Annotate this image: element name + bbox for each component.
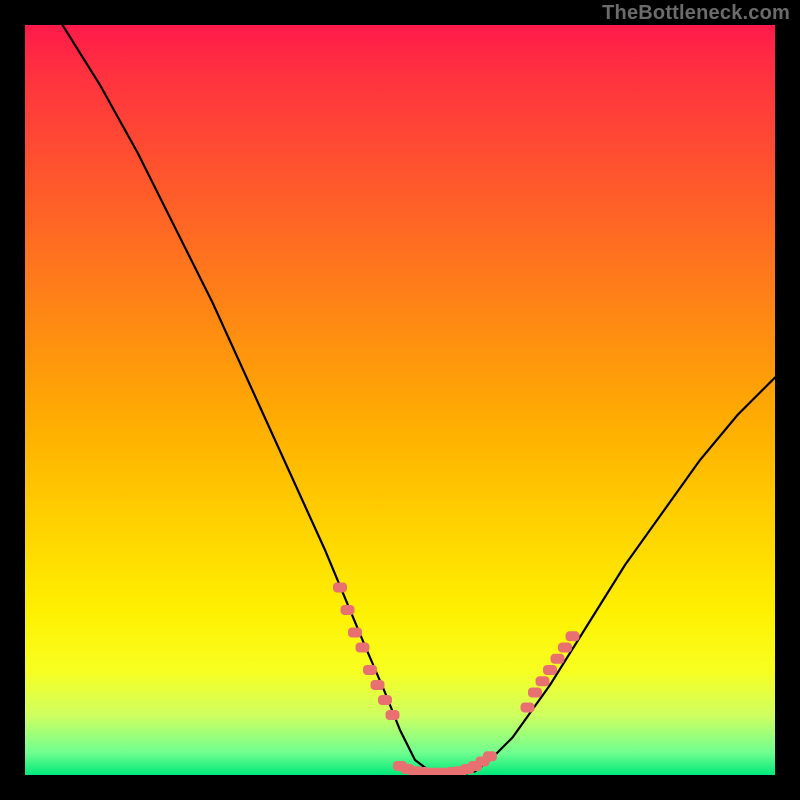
- marker-dot: [363, 665, 377, 675]
- marker-dot: [551, 654, 565, 664]
- marker-dot: [536, 676, 550, 686]
- marker-dots: [333, 583, 580, 776]
- plot-area: [25, 25, 775, 775]
- chart-frame: TheBottleneck.com: [0, 0, 800, 800]
- marker-dot: [386, 710, 400, 720]
- marker-dot: [558, 643, 572, 653]
- marker-dot: [356, 643, 370, 653]
- marker-dot: [528, 688, 542, 698]
- marker-dot: [566, 631, 580, 641]
- marker-dot: [341, 605, 355, 615]
- curve-layer: [25, 25, 775, 775]
- marker-dot: [483, 751, 497, 761]
- watermark-text: TheBottleneck.com: [602, 2, 790, 25]
- marker-dot: [521, 703, 535, 713]
- marker-dot: [371, 680, 385, 690]
- marker-dot: [543, 665, 557, 675]
- marker-dot: [333, 583, 347, 593]
- marker-dot: [348, 628, 362, 638]
- marker-dot: [378, 695, 392, 705]
- bottleneck-curve: [63, 25, 776, 775]
